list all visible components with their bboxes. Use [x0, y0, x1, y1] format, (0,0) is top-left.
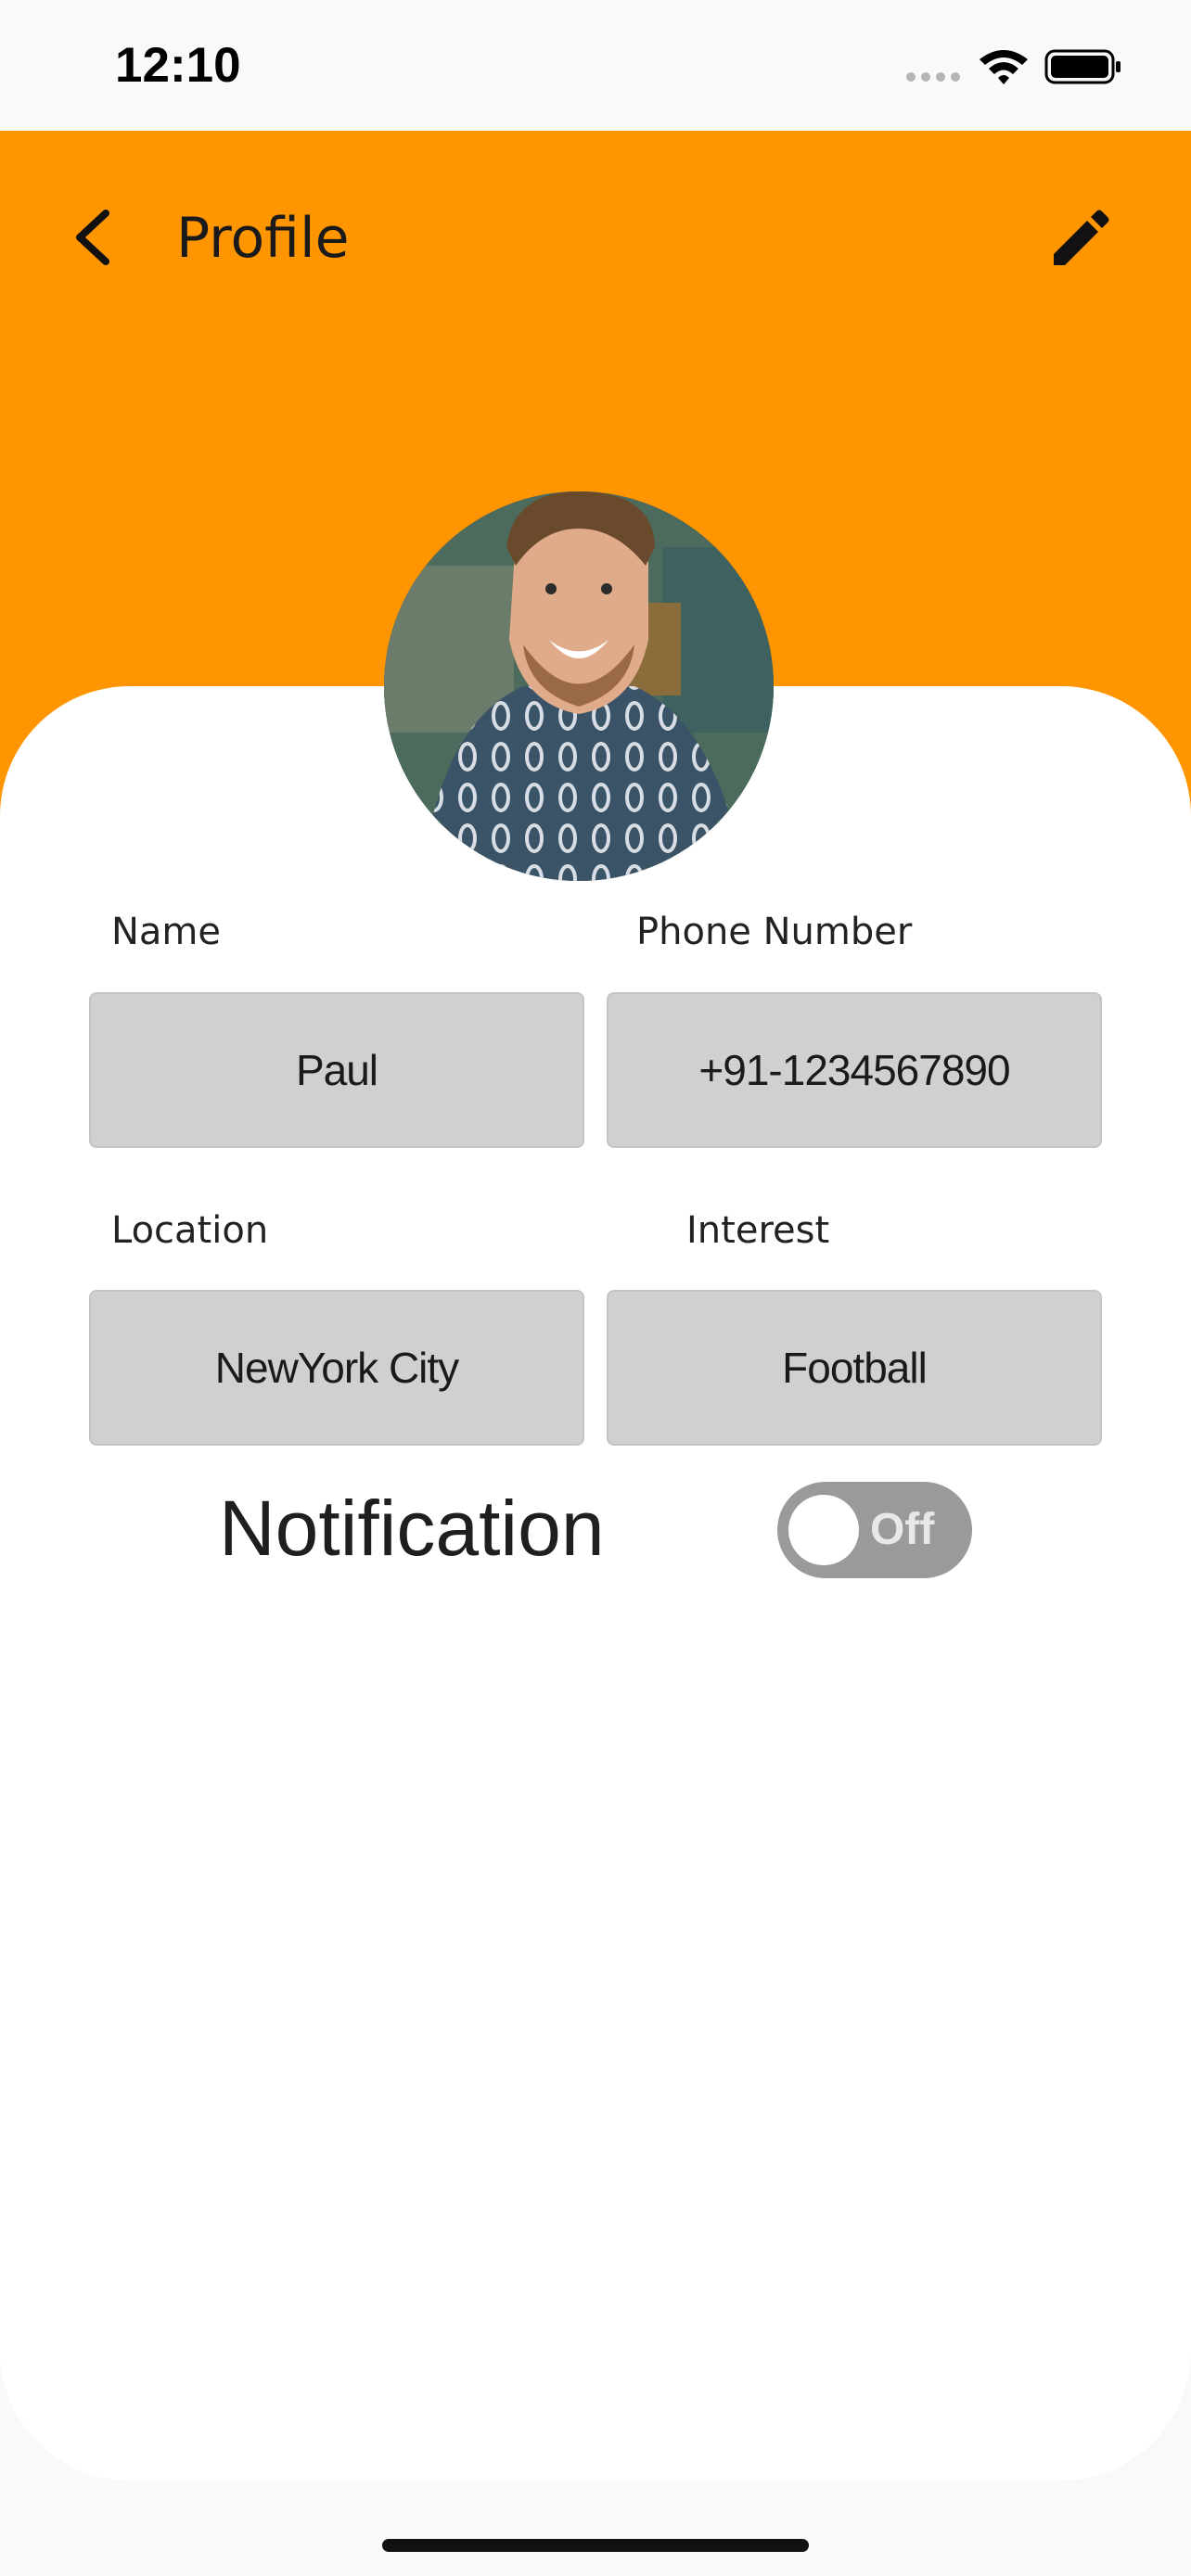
- avatar-photo: [384, 491, 774, 881]
- location-field[interactable]: NewYork City: [89, 1290, 584, 1446]
- signal-icon: [906, 72, 960, 82]
- page-title: Profile: [176, 206, 350, 271]
- notification-label: Notification: [219, 1485, 605, 1572]
- toggle-state-label: Off: [870, 1505, 935, 1554]
- status-bar: 12:10: [0, 0, 1191, 131]
- name-label: Name: [111, 911, 222, 953]
- profile-card: [0, 686, 1191, 2480]
- wifi-icon: [980, 50, 1028, 84]
- notification-toggle[interactable]: Off: [777, 1482, 972, 1578]
- status-time: 12:10: [115, 38, 241, 93]
- home-indicator[interactable]: [382, 2539, 809, 2552]
- name-field[interactable]: Paul: [89, 992, 584, 1148]
- toggle-knob: [788, 1495, 859, 1565]
- location-label: Location: [111, 1209, 269, 1252]
- avatar[interactable]: [384, 491, 774, 881]
- interest-field[interactable]: Football: [607, 1290, 1102, 1446]
- edit-pencil-icon[interactable]: [1048, 208, 1111, 271]
- battery-icon: [1044, 49, 1121, 84]
- phone-number-field[interactable]: +91-1234567890: [607, 992, 1102, 1148]
- phone-number-label: Phone Number: [636, 911, 913, 953]
- back-button[interactable]: [65, 204, 119, 271]
- interest-label: Interest: [686, 1209, 830, 1252]
